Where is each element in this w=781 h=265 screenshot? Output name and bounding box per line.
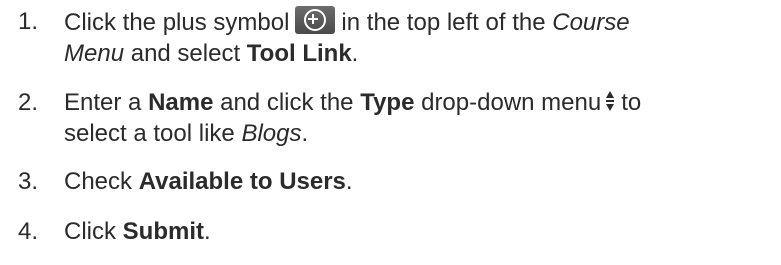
step-text-part: to [621, 89, 642, 116]
available-to-users-label: Available to Users [138, 168, 346, 195]
step-text: Enter a Name and click the Type drop-dow… [64, 87, 775, 149]
type-label: Type [360, 89, 415, 116]
course-menu-emphasis: Course [552, 9, 630, 36]
blogs-emphasis: Blogs [241, 120, 302, 147]
step-text-part: . [351, 40, 359, 67]
course-menu-emphasis: Menu [64, 40, 125, 67]
submit-label: Submit [122, 218, 204, 245]
step-text-part: and click the [220, 89, 354, 116]
step-number: 4. [18, 218, 39, 245]
step-text-part: in the top left of the [341, 9, 546, 36]
step-number: 2. [18, 89, 39, 116]
step-text: Check Available to Users. [64, 166, 775, 197]
step-text-part: Click [64, 218, 116, 245]
step-text-part: . [345, 168, 353, 195]
step-text-part: Check [64, 168, 133, 195]
step-number: 3. [18, 168, 39, 195]
step-text-part: . [301, 120, 309, 147]
step-text-part: select a tool like [64, 120, 235, 147]
step-text-part: . [204, 218, 211, 245]
step-text: Click the plus symbol in the top left of … [64, 6, 775, 69]
tool-link-label: Tool Link [246, 40, 352, 67]
step-text-part: Enter a [64, 89, 142, 116]
step-text-part: and select [130, 40, 241, 67]
step-number: 1. [18, 8, 39, 35]
step-text-part: Click the plus symbol [64, 9, 290, 36]
step-text: Click Submit. [64, 216, 775, 247]
step-text-part: drop-down menu [421, 89, 602, 116]
name-label: Name [148, 89, 214, 116]
up-down-arrows-icon [606, 91, 615, 111]
plus-circle-icon [295, 6, 336, 34]
